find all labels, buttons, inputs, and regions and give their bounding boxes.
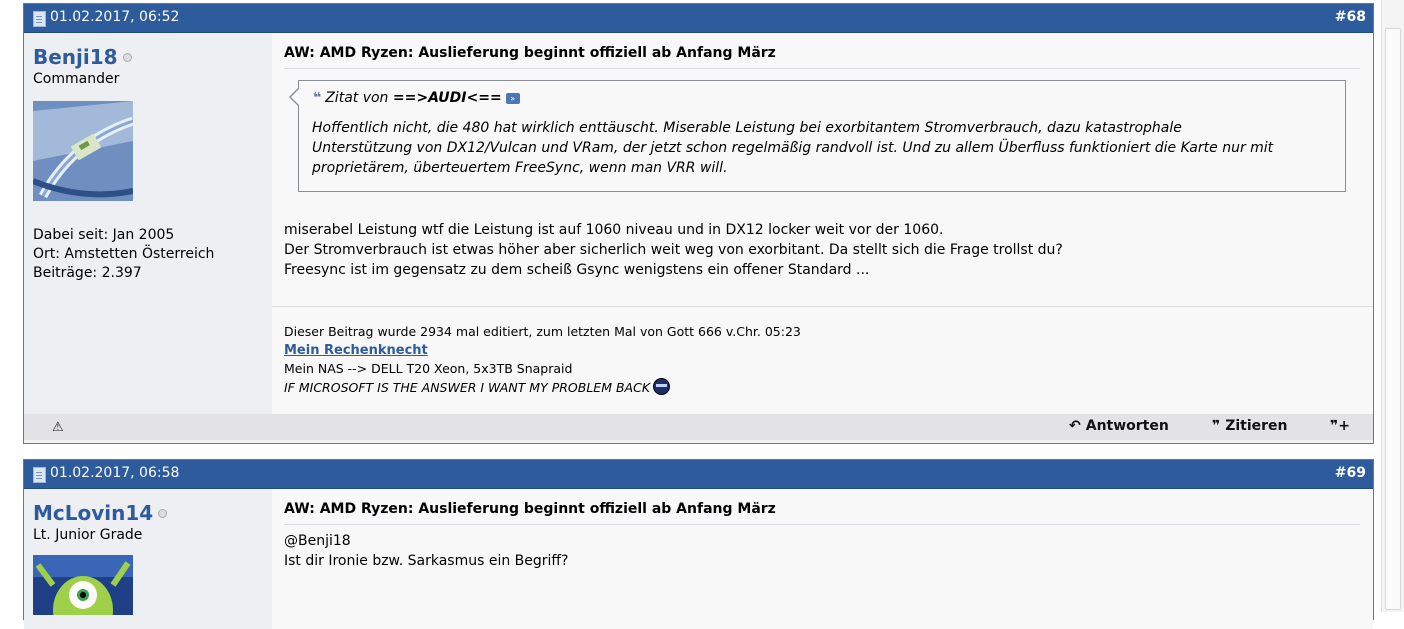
- quote-icon: ❝: [313, 90, 322, 106]
- quote-header: ❝ Zitat von ==>AUDI<==»: [313, 90, 520, 106]
- signature-link[interactable]: Mein Rechenknecht: [284, 343, 428, 358]
- message-line: miserabel Leistung wtf die Leistung ist …: [284, 222, 944, 238]
- post-content: AW: AMD Ryzen: Auslieferung beginnt offi…: [272, 489, 1373, 629]
- quote-block: ❝ Zitat von ==>AUDI<==» Hoffentlich nicht…: [289, 80, 1346, 192]
- offline-status-icon: [158, 509, 168, 518]
- scrollbar-track[interactable]: [1381, 0, 1404, 612]
- post-message: miserabel Leistung wtf die Leistung ist …: [284, 220, 1063, 280]
- post-content: AW: AMD Ryzen: Auslieferung beginnt offi…: [272, 33, 1373, 417]
- user-joined: Dabei seit: Jan 2005: [33, 227, 175, 243]
- quote-line: Hoffentlich nicht, die 480 hat wirklich …: [312, 120, 1182, 136]
- post-header: 01.02.2017, 06:58 #69: [24, 460, 1373, 489]
- post-body: Benji18 Commander Dabei seit: Jan 2005 O…: [24, 33, 1373, 417]
- quote-button[interactable]: ❞ Zitieren: [1212, 418, 1288, 434]
- user-post-count: Beiträge: 2.397: [33, 265, 142, 281]
- post-number-link[interactable]: #69: [1335, 465, 1366, 481]
- quote-line: proprietärem, überteuertem FreeSync, wen…: [312, 160, 728, 176]
- post-title: AW: AMD Ryzen: Auslieferung beginnt offi…: [284, 501, 1360, 525]
- quote-prefix: Zitat von: [325, 90, 393, 106]
- post-number-link[interactable]: #68: [1335, 9, 1366, 25]
- user-title: Commander: [33, 71, 120, 87]
- message-line: Der Stromverbrauch ist etwas höher aber …: [284, 242, 1063, 258]
- document-icon: [33, 11, 46, 27]
- reply-icon: ↶: [1069, 418, 1081, 434]
- edited-note: Dieser Beitrag wurde 2934 mal editiert, …: [284, 324, 801, 339]
- avatar-monster-image: [33, 555, 133, 615]
- user-info: McLovin14 Lt. Junior Grade: [24, 489, 272, 629]
- avatar[interactable]: [33, 555, 133, 615]
- message-line: Freesync ist im gegensatz zu dem scheiß …: [284, 262, 870, 278]
- post-68: 01.02.2017, 06:52 #68 Benji18 Commander …: [23, 3, 1374, 444]
- avatar-cable-image: [31, 101, 135, 201]
- signature-motto: IF MICROSOFT IS THE ANSWER I WANT MY PRO…: [284, 380, 651, 395]
- username-text[interactable]: Benji18: [33, 45, 118, 69]
- user-stats: Dabei seit: Jan 2005 Ort: Amstetten Öste…: [33, 226, 214, 283]
- avatar[interactable]: [31, 101, 135, 201]
- post-date: 01.02.2017, 06:52: [50, 9, 180, 25]
- post-69: 01.02.2017, 06:58 #69 McLovin14 Lt. Juni…: [23, 459, 1374, 629]
- multiquote-icon: ❞+: [1330, 418, 1350, 434]
- post-date: 01.02.2017, 06:58: [50, 465, 180, 481]
- user-info: Benji18 Commander Dabei seit: Jan 2005 O…: [24, 33, 272, 417]
- username[interactable]: Benji18: [33, 45, 132, 69]
- smiley-icon: [653, 378, 671, 395]
- quote-line: Unterstützung von DX12/Vulcan und VRam, …: [312, 140, 1274, 156]
- reply-button[interactable]: ↶ Antworten: [1069, 418, 1169, 434]
- scrollbar-thumb[interactable]: [1385, 28, 1401, 610]
- signature-divider: [272, 306, 1373, 307]
- post-body: McLovin14 Lt. Junior Grade AW: AMD Ryzen…: [24, 489, 1373, 629]
- quote-text: Hoffentlich nicht, die 480 hat wirklich …: [312, 118, 1333, 178]
- username-text[interactable]: McLovin14: [33, 501, 153, 525]
- quote-author: ==>AUDI<==: [392, 90, 502, 106]
- quote-label: Zitieren: [1225, 418, 1288, 434]
- view-quote-post-icon[interactable]: »: [505, 92, 520, 104]
- offline-status-icon: [122, 53, 132, 62]
- signature-nas: Mein NAS --> DELL T20 Xeon, 5x3TB Snapra…: [284, 361, 573, 376]
- report-warning-icon[interactable]: ⚠: [52, 420, 64, 435]
- post-title: AW: AMD Ryzen: Auslieferung beginnt offi…: [284, 45, 1360, 69]
- signature: Dieser Beitrag wurde 2934 mal editiert, …: [284, 323, 801, 397]
- post-footer: ⚠ ↶ Antworten ❞ Zitieren ❞+: [24, 414, 1373, 440]
- message-line: Ist dir Ironie bzw. Sarkasmus ein Begrif…: [284, 553, 569, 569]
- post-header: 01.02.2017, 06:52 #68: [24, 4, 1373, 33]
- username[interactable]: McLovin14: [33, 501, 168, 525]
- post-message: @Benji18 Ist dir Ironie bzw. Sarkasmus e…: [284, 531, 568, 571]
- user-location: Ort: Amstetten Österreich: [33, 246, 215, 262]
- reply-label: Antworten: [1085, 418, 1169, 434]
- document-icon: [33, 467, 46, 483]
- user-title: Lt. Junior Grade: [33, 527, 143, 543]
- multiquote-button[interactable]: ❞+: [1330, 418, 1355, 434]
- message-line: @Benji18: [284, 533, 351, 549]
- quote-icon: ❞: [1212, 418, 1221, 434]
